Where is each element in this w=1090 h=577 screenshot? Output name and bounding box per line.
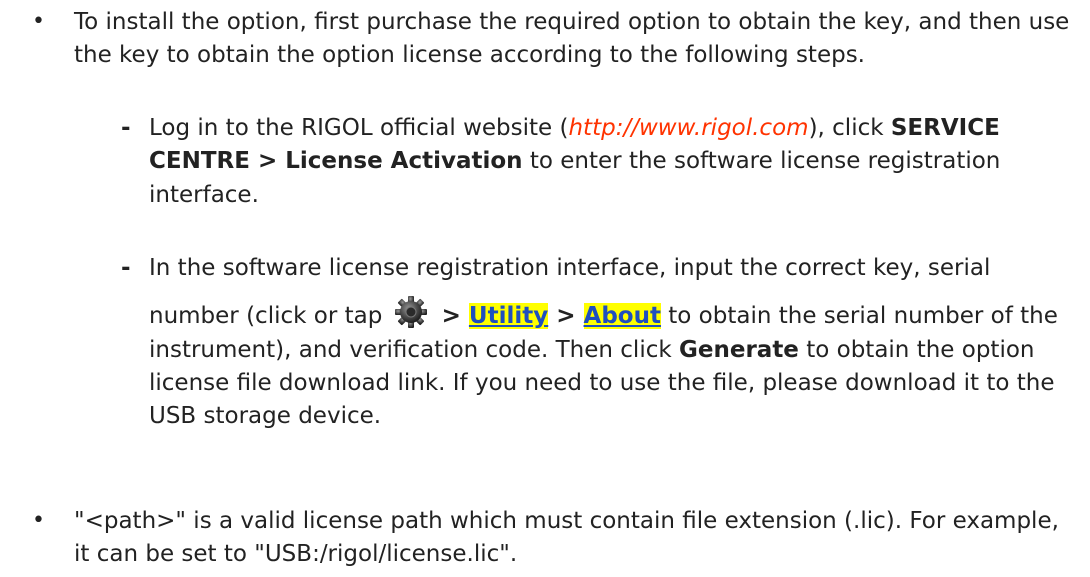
- dash-marker: -: [121, 115, 131, 141]
- document-page: • To install the option, first purchase …: [0, 0, 1090, 577]
- step-register-rest: number (click or tap > Utility > About t…: [149, 295, 1079, 433]
- about-menu-link[interactable]: About: [583, 303, 661, 330]
- menu-separator: >: [433, 303, 469, 330]
- step-register-part1: number (click or tap: [149, 303, 390, 330]
- rigol-website-link[interactable]: http://www.rigol.com: [568, 115, 808, 141]
- bullet-marker: •: [32, 508, 45, 533]
- dash-marker: -: [121, 255, 131, 281]
- bullet-marker: •: [32, 9, 45, 34]
- settings-gear-icon[interactable]: [394, 295, 428, 329]
- bullet-text-path: "<path>" is a valid license path which m…: [74, 508, 1059, 568]
- step-register-line1: In the software license registration int…: [149, 255, 991, 281]
- menu-separator: >: [548, 303, 584, 330]
- bullet-text-install: To install the option, first purchase th…: [74, 9, 1070, 69]
- utility-menu-link[interactable]: Utility: [468, 303, 549, 330]
- step-login-part1: Log in to the RIGOL official website (: [149, 115, 569, 141]
- step-text-register: In the software license registration int…: [149, 252, 1079, 434]
- step-text-login: Log in to the RIGOL official website (ht…: [149, 112, 1079, 212]
- step-login-part2: ), click: [808, 115, 891, 141]
- generate-button-ref: Generate: [679, 336, 799, 363]
